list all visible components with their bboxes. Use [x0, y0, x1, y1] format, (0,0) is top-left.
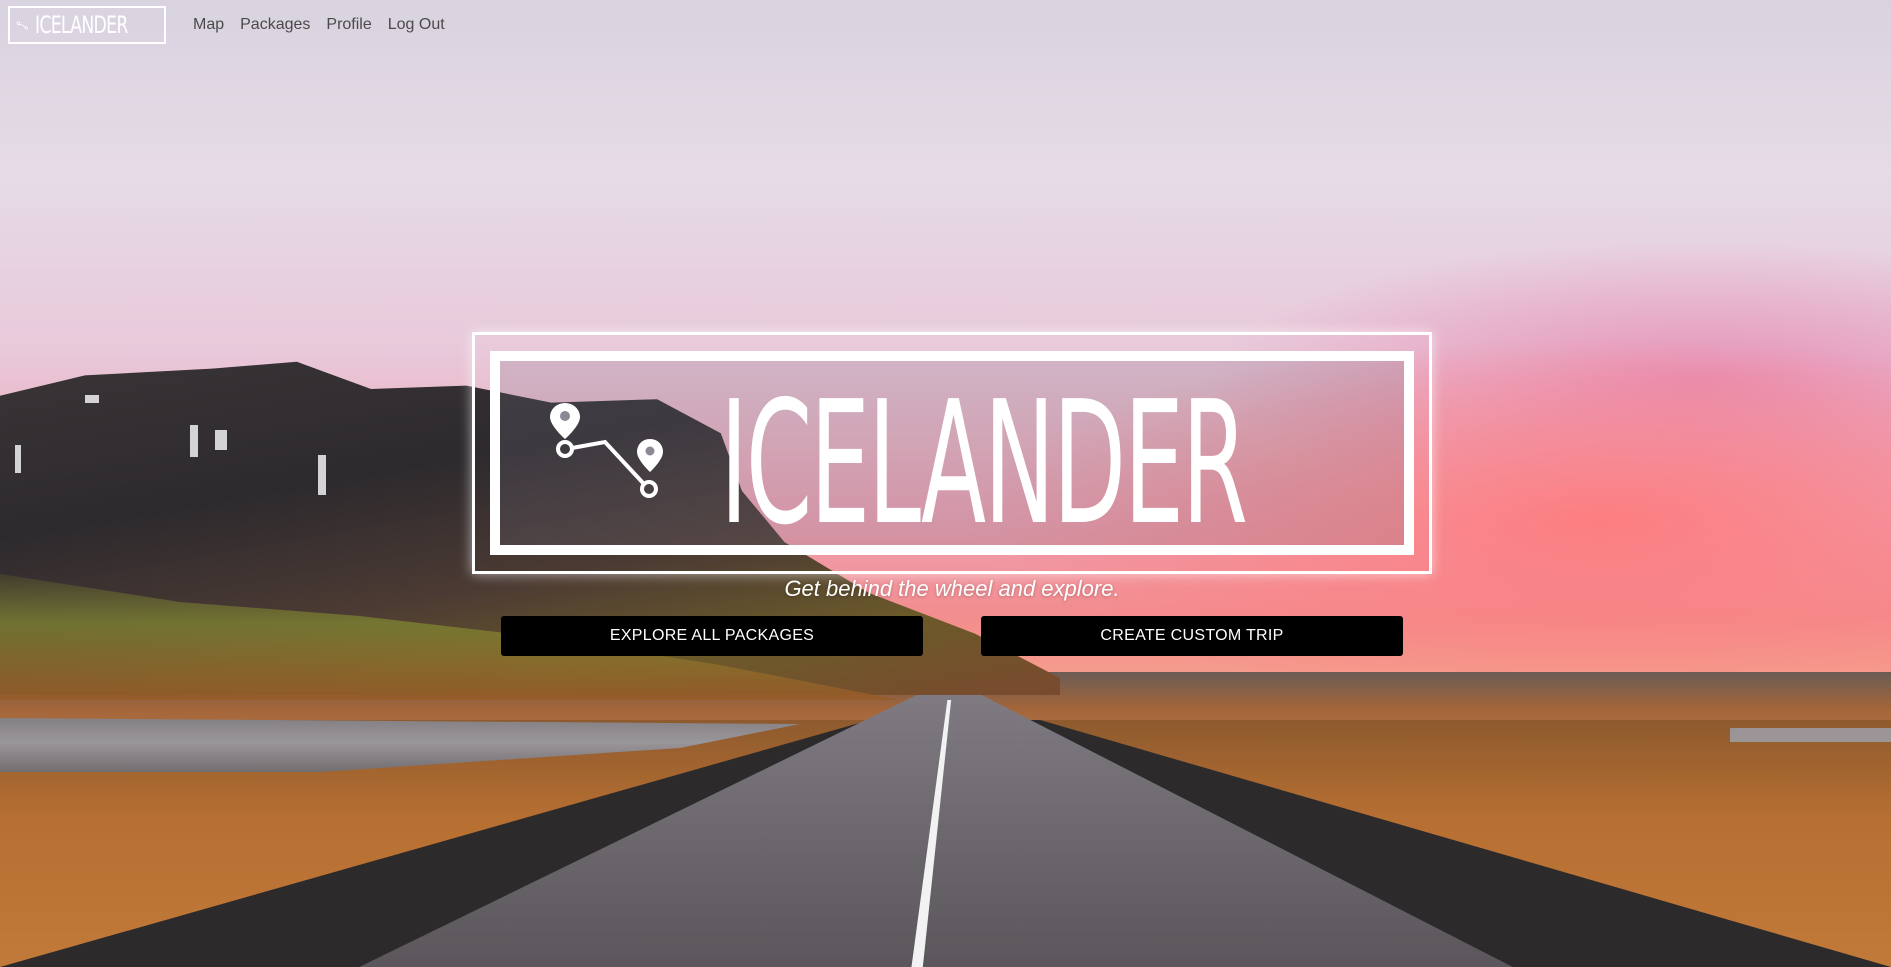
background-snow — [190, 425, 198, 457]
nav-link-packages[interactable]: Packages — [240, 16, 310, 34]
hero-logo: ICELANDER — [490, 351, 1414, 555]
hero-title: ICELANDER — [720, 365, 1248, 563]
background-snow — [215, 430, 227, 450]
brand-logo-text: ICELANDER — [35, 11, 128, 39]
background-water-right — [1730, 728, 1891, 742]
create-custom-trip-button[interactable]: CREATE CUSTOM TRIP — [981, 616, 1403, 656]
route-pins-icon — [16, 21, 28, 30]
background-snow — [318, 455, 326, 495]
background-snow — [15, 445, 21, 473]
route-pins-icon — [550, 403, 663, 498]
nav-link-map[interactable]: Map — [193, 16, 224, 34]
nav-link-log-out[interactable]: Log Out — [388, 16, 445, 34]
explore-all-packages-button[interactable]: EXPLORE ALL PACKAGES — [501, 616, 923, 656]
background-snow — [85, 395, 99, 403]
hero-tagline: Get behind the wheel and explore. — [784, 576, 1120, 601]
landing-page: ICELANDER Map Packages Profile Log Out I… — [0, 0, 1891, 967]
nav-links: Map Packages Profile Log Out — [193, 16, 445, 34]
brand-logo[interactable]: ICELANDER — [8, 6, 166, 44]
nav-link-profile[interactable]: Profile — [326, 16, 371, 34]
top-navbar: ICELANDER Map Packages Profile Log Out — [0, 0, 1891, 54]
